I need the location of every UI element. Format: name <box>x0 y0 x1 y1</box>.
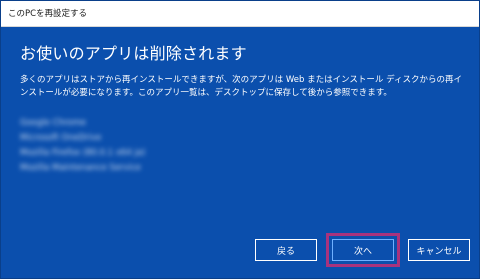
window-title: このPCを再設定する <box>8 9 88 19</box>
cancel-button[interactable]: キャンセル <box>408 239 470 261</box>
description-text: 多くのアプリはストアから再インストールできますが、次のアプリは Web またはイ… <box>20 75 463 98</box>
app-list-item: Microsoft OneDrive <box>20 133 102 143</box>
title-bar: このPCを再設定する <box>1 1 479 27</box>
back-button[interactable]: 戻る <box>255 239 317 261</box>
page-heading: お使いのアプリは削除されます <box>20 44 247 63</box>
app-list-item: Mozilla Maintenance Service <box>20 163 141 173</box>
next-button[interactable]: 次へ <box>332 239 394 261</box>
app-list: Google Chrome Microsoft OneDrive Mozilla… <box>20 117 240 177</box>
app-list-item: Google Chrome <box>20 118 87 128</box>
app-list-item: Mozilla Firefox (80.0.1 x64 ja) <box>20 148 146 158</box>
reset-pc-window: このPCを再設定する お使いのアプリは削除されます 多くのアプリはストアから再イ… <box>0 0 480 279</box>
